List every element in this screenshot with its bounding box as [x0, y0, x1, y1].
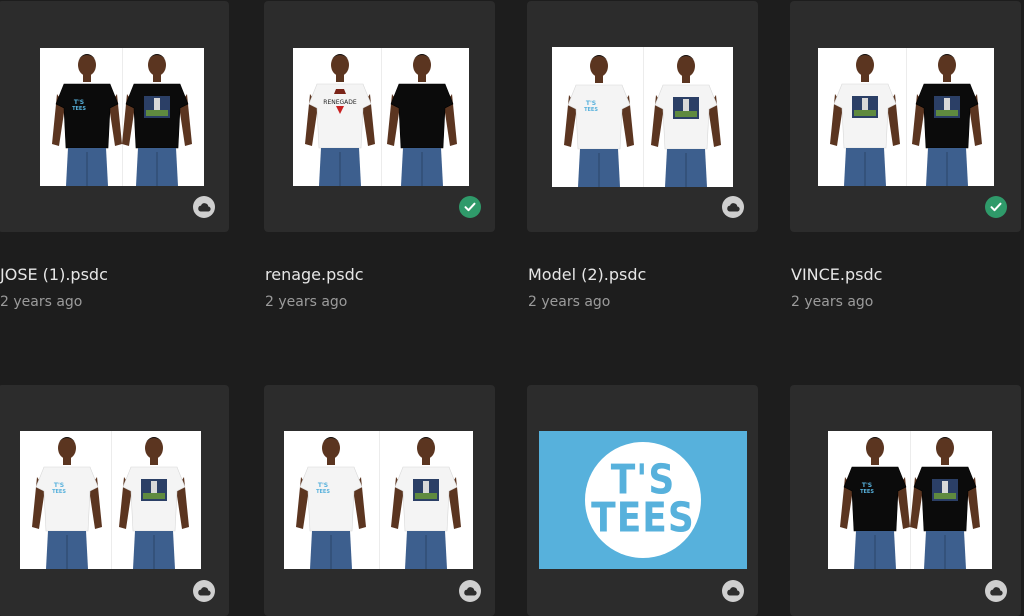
file-thumbnail: T'S TEES: [539, 431, 747, 569]
tshirt-model-left: T'S TEES: [296, 431, 366, 569]
svg-text:TEES: TEES: [860, 489, 874, 495]
logo-line-2: TEES: [591, 494, 695, 542]
cloud-icon: [722, 196, 744, 218]
file-card-1[interactable]: T'S TEES: [0, 1, 229, 232]
file-modified-time: 2 years ago: [265, 294, 348, 310]
file-thumbnail: T'S TEES: [20, 431, 201, 569]
svg-text:T'S: T'S: [862, 482, 872, 489]
file-thumbnail: T'S TEES: [284, 431, 473, 569]
check-icon: [985, 196, 1007, 218]
file-modified-time: 2 years ago: [791, 294, 874, 310]
file-card-3[interactable]: T'S TEES: [527, 1, 758, 232]
svg-text:T'S: T'S: [74, 99, 84, 106]
tshirt-model-right: [910, 431, 980, 569]
cloud-icon: [193, 196, 215, 218]
file-thumbnail: RENEGADE: [293, 48, 469, 186]
file-thumbnail: [818, 48, 994, 186]
tshirt-model-right: [391, 431, 461, 569]
cloud-icon: [193, 580, 215, 602]
check-icon: [459, 196, 481, 218]
svg-text:TEES: TEES: [52, 489, 66, 495]
svg-text:T'S: T'S: [54, 482, 64, 489]
file-card-6[interactable]: T'S TEES: [264, 385, 495, 616]
tshirt-model-right: [387, 48, 457, 186]
tshirt-model-left: T'S TEES: [32, 431, 102, 569]
tshirt-model-right: [119, 431, 189, 569]
tshirt-model-left: T'S TEES: [52, 48, 122, 186]
tshirt-model-right: [912, 48, 982, 186]
ts-tees-logo: T'S TEES: [585, 442, 701, 558]
tshirt-model-left: T'S TEES: [840, 431, 910, 569]
svg-text:TEES: TEES: [72, 106, 86, 112]
cloud-icon: [985, 580, 1007, 602]
file-modified-time: 2 years ago: [0, 294, 83, 310]
tshirt-model-right: [651, 49, 721, 187]
cloud-icon: [459, 580, 481, 602]
thumbnail-divider: [378, 431, 380, 569]
thumbnail-divider: [642, 47, 644, 187]
svg-text:T'S: T'S: [586, 100, 596, 107]
tshirt-model-right: [122, 48, 192, 186]
svg-text:T'S: T'S: [318, 482, 328, 489]
file-thumbnail: T'S TEES: [552, 47, 733, 187]
file-name[interactable]: Model (2).psdc: [528, 265, 646, 284]
cloud-icon: [722, 580, 744, 602]
file-card-5[interactable]: T'S TEES: [0, 385, 229, 616]
thumbnail-divider: [381, 48, 382, 186]
file-name[interactable]: VINCE.psdc: [791, 265, 882, 284]
file-card-8[interactable]: T'S TEES: [790, 385, 1021, 616]
file-thumbnail: T'S TEES: [40, 48, 204, 186]
thumbnail-divider: [110, 431, 112, 569]
file-name[interactable]: JOSE (1).psdc: [0, 265, 108, 284]
tshirt-model-left: RENEGADE: [305, 48, 375, 186]
file-card-4[interactable]: [790, 1, 1021, 232]
svg-text:TEES: TEES: [584, 107, 598, 113]
svg-text:RENEGADE: RENEGADE: [323, 99, 357, 106]
file-name[interactable]: renage.psdc: [265, 265, 364, 284]
file-card-2[interactable]: RENEGADE: [264, 1, 495, 232]
file-card-7[interactable]: T'S TEES: [527, 385, 758, 616]
svg-text:TEES: TEES: [316, 489, 330, 495]
tshirt-model-left: [830, 48, 900, 186]
thumbnail-divider: [906, 48, 907, 186]
tshirt-model-left: T'S TEES: [564, 49, 634, 187]
file-thumbnail: T'S TEES: [828, 431, 992, 569]
file-modified-time: 2 years ago: [528, 294, 611, 310]
